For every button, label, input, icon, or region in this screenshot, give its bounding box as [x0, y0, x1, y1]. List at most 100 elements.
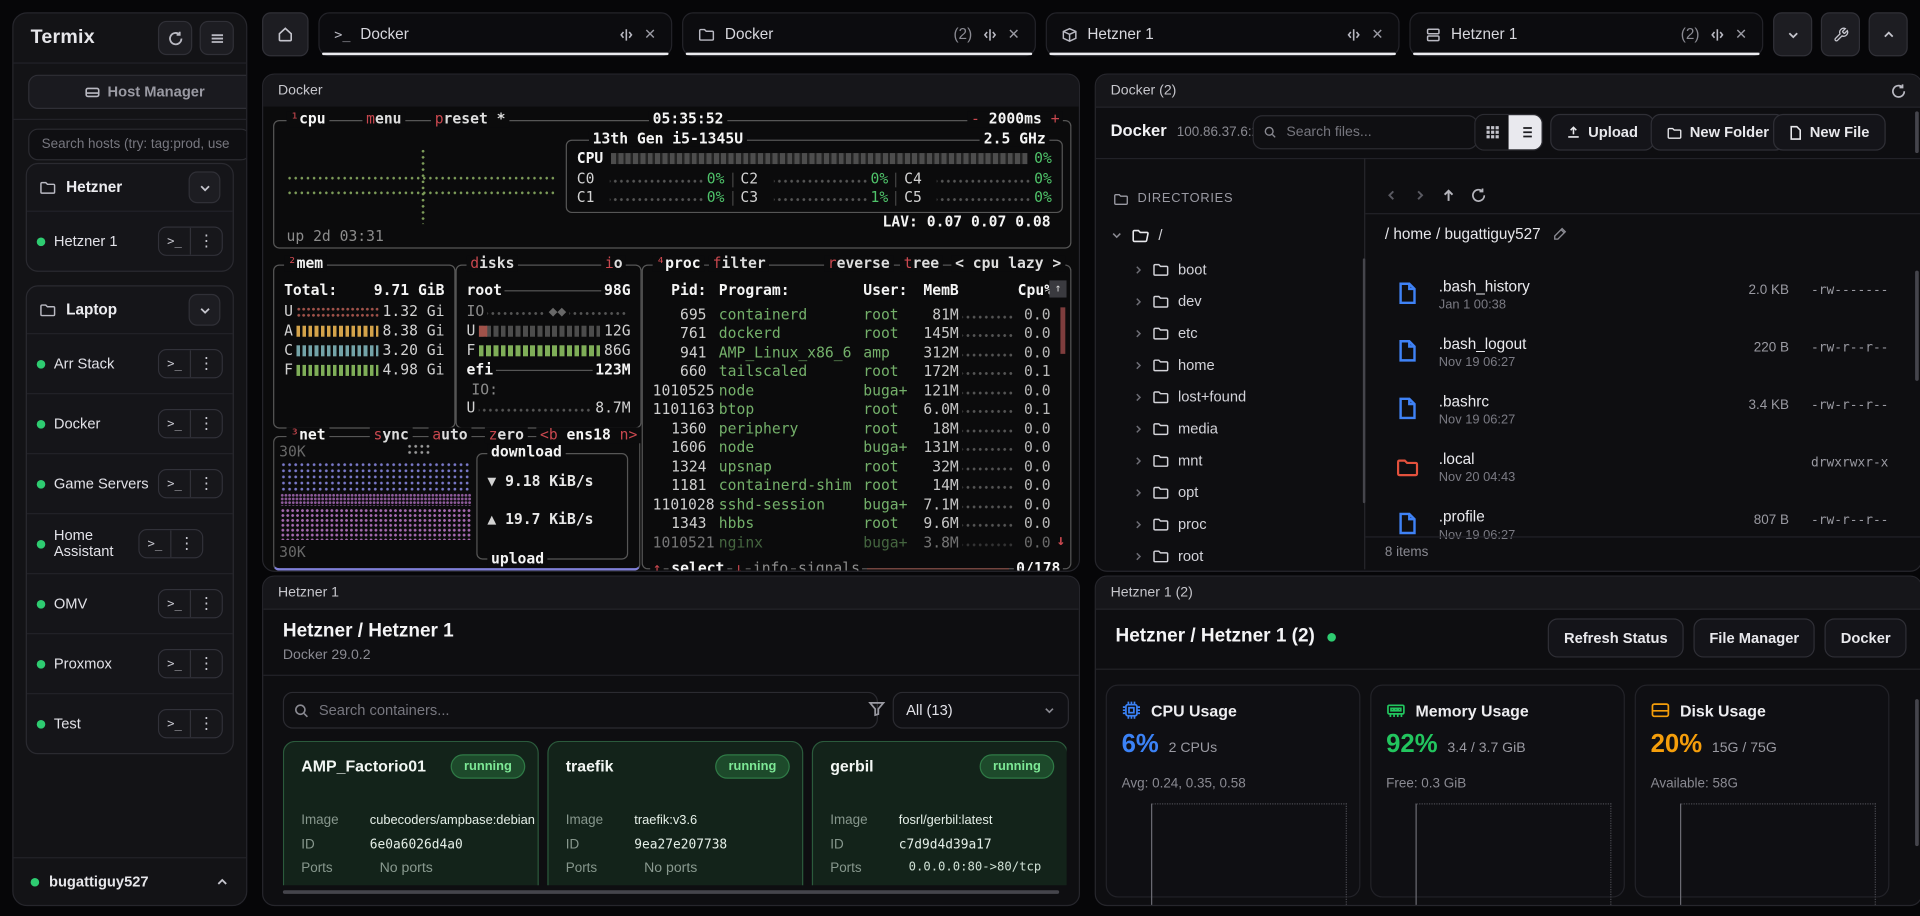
- host-item[interactable]: Home Assistant >_⋮: [27, 513, 233, 573]
- filter-icon[interactable]: [868, 700, 885, 717]
- refresh-icon[interactable]: [1891, 83, 1907, 99]
- search-icon: [294, 702, 309, 718]
- host-group-header[interactable]: Laptop: [27, 287, 233, 334]
- proc-scrollbar-thumb[interactable]: [1060, 307, 1065, 354]
- host-group-header[interactable]: Hetzner: [27, 164, 233, 211]
- host-terminal-button[interactable]: >_: [159, 470, 190, 497]
- back-icon[interactable]: [1385, 189, 1398, 202]
- refresh-status-button[interactable]: Refresh Status: [1548, 618, 1684, 657]
- host-menu-button[interactable]: ⋮: [190, 410, 222, 437]
- new-folder-button[interactable]: New Folder: [1651, 114, 1785, 151]
- close-icon[interactable]: ✕: [644, 26, 656, 43]
- file-manager-button[interactable]: File Manager: [1693, 618, 1815, 657]
- host-menu-button[interactable]: ⋮: [170, 530, 202, 557]
- stats-scrollbar[interactable]: [1915, 699, 1919, 846]
- tree-label: home: [1178, 356, 1215, 373]
- group-collapse-button[interactable]: [189, 294, 221, 326]
- up-icon[interactable]: [1441, 188, 1456, 203]
- tree-item[interactable]: proc: [1133, 516, 1207, 533]
- proc-scroll-up[interactable]: ↑: [1049, 280, 1066, 297]
- host-search-input[interactable]: [39, 136, 240, 153]
- grid-view-button[interactable]: [1476, 115, 1509, 149]
- files-search-input[interactable]: [1284, 124, 1467, 141]
- docker-button[interactable]: Docker: [1825, 618, 1907, 657]
- tree-item[interactable]: opt: [1133, 484, 1199, 501]
- tabbar-tools-button[interactable]: [1821, 12, 1860, 56]
- user-row[interactable]: bugattiguy527: [13, 857, 246, 905]
- host-menu-button[interactable]: ⋮: [190, 228, 222, 255]
- close-icon[interactable]: ✕: [1371, 26, 1383, 43]
- current-path: / home / bugattiguy527: [1385, 225, 1541, 242]
- host-terminal-button[interactable]: >_: [159, 590, 190, 617]
- tree-item[interactable]: etc: [1133, 324, 1198, 341]
- host-terminal-button[interactable]: >_: [159, 410, 190, 437]
- container-card[interactable]: AMP_Factorio01 running Image cubecoders/…: [283, 741, 539, 885]
- upload-button[interactable]: Upload: [1550, 114, 1654, 151]
- host-menu-button[interactable]: ⋮: [190, 710, 222, 737]
- host-terminal-button[interactable]: >_: [140, 530, 171, 557]
- proc-scroll-down[interactable]: ↓: [1056, 533, 1065, 549]
- tab-hetzner1-stats[interactable]: Hetzner 1 (2) ✕: [1409, 12, 1763, 56]
- new-file-button[interactable]: New File: [1773, 114, 1885, 151]
- edit-path-icon[interactable]: [1553, 227, 1568, 242]
- close-icon[interactable]: ✕: [1735, 26, 1747, 43]
- tree-item[interactable]: dev: [1133, 293, 1202, 310]
- group-collapse-button[interactable]: [189, 171, 221, 203]
- container-card[interactable]: traefik running Image traefik:v3.6 ID 9e…: [547, 741, 803, 885]
- tree-item[interactable]: boot: [1133, 261, 1207, 278]
- tree-item[interactable]: root: [1133, 547, 1204, 564]
- host-terminal-button[interactable]: >_: [159, 350, 190, 377]
- host-terminal-button[interactable]: >_: [159, 228, 190, 255]
- memory-chart: [1416, 803, 1612, 906]
- split-icon[interactable]: [1709, 26, 1725, 42]
- tree-item[interactable]: lost+found: [1133, 388, 1247, 405]
- tree-item[interactable]: media: [1133, 420, 1218, 437]
- net-upload-graph: [280, 508, 471, 540]
- split-icon[interactable]: [1346, 26, 1362, 42]
- proc-signals[interactable]: signals: [796, 561, 863, 572]
- home-button[interactable]: [262, 12, 309, 56]
- file-name: .bash_logout: [1439, 336, 1527, 353]
- tree-item[interactable]: mnt: [1133, 452, 1203, 469]
- tabbar-expand-button[interactable]: [1869, 12, 1908, 56]
- proc-info[interactable]: info: [750, 561, 790, 572]
- host-item[interactable]: Test >_⋮: [27, 693, 233, 753]
- refresh-icon[interactable]: [1471, 187, 1487, 203]
- files-scrollbar[interactable]: [1915, 271, 1919, 381]
- host-item[interactable]: OMV >_⋮: [27, 573, 233, 633]
- tab-docker-terminal[interactable]: >_ Docker ✕: [318, 12, 672, 56]
- host-terminal-button[interactable]: >_: [159, 710, 190, 737]
- tabbar-collapse-button[interactable]: [1773, 12, 1812, 56]
- tree-item[interactable]: home: [1133, 356, 1215, 373]
- cards-hscrollbar[interactable]: [283, 890, 1059, 894]
- list-view-button[interactable]: [1509, 115, 1542, 149]
- forward-icon[interactable]: [1413, 189, 1426, 202]
- host-menu-button[interactable]: ⋮: [190, 470, 222, 497]
- containers-heading: Hetzner / Hetzner 1: [283, 621, 454, 643]
- host-manager-button[interactable]: Host Manager: [28, 75, 247, 109]
- host-menu-button[interactable]: ⋮: [190, 350, 222, 377]
- split-icon[interactable]: [982, 26, 998, 42]
- tree-scrollbar[interactable]: [1363, 258, 1365, 503]
- sidebar-refresh-button[interactable]: [158, 21, 192, 55]
- host-item[interactable]: Hetzner 1 >_ ⋮: [27, 211, 233, 271]
- close-icon[interactable]: ✕: [1008, 26, 1020, 43]
- status-filter-dropdown[interactable]: All (13): [893, 692, 1069, 729]
- sidebar-menu-button[interactable]: [200, 21, 234, 55]
- host-item[interactable]: Game Servers >_⋮: [27, 453, 233, 513]
- container-search-input[interactable]: [316, 700, 867, 720]
- host-item[interactable]: Arr Stack >_⋮: [27, 333, 233, 393]
- host-item[interactable]: Docker >_⋮: [27, 393, 233, 453]
- btop-terminal[interactable]: ¹cpu menu preset * 05:35:52 - 2000ms + 1…: [263, 107, 1079, 571]
- host-menu-button[interactable]: ⋮: [190, 650, 222, 677]
- host-menu-button[interactable]: ⋮: [190, 590, 222, 617]
- tab-docker-files[interactable]: Docker (2) ✕: [682, 12, 1036, 56]
- tab-hetzner1[interactable]: Hetzner 1 ✕: [1046, 12, 1400, 56]
- host-item[interactable]: Proxmox >_⋮: [27, 633, 233, 693]
- split-icon[interactable]: [618, 26, 634, 42]
- tree-root[interactable]: /: [1111, 227, 1163, 244]
- pane-scrollbar[interactable]: [1915, 111, 1919, 153]
- proc-select[interactable]: select: [669, 561, 727, 572]
- host-terminal-button[interactable]: >_: [159, 650, 190, 677]
- container-card[interactable]: gerbil running Image fosrl/gerbil:latest…: [812, 741, 1067, 885]
